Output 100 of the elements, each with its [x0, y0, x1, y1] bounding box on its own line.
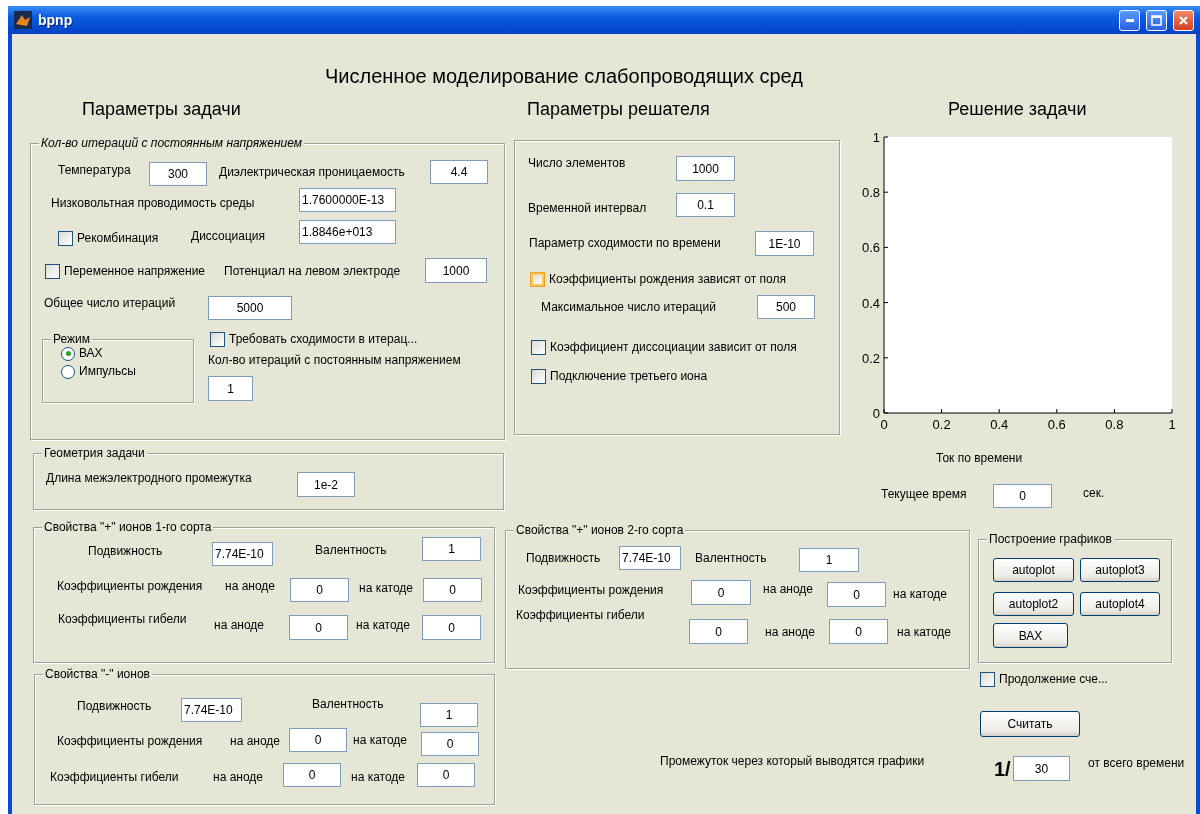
field-label: на катоде — [897, 625, 951, 639]
field-label: Низковольтная проводимость среды — [51, 196, 255, 210]
section-title: Параметры задачи — [82, 99, 241, 120]
field-label: на катоде — [353, 733, 407, 747]
checkbox[interactable] — [45, 264, 60, 279]
panel-title: Кол-во итераций с постоянным напряжением — [39, 136, 305, 150]
input-field[interactable]: 300 — [149, 162, 207, 186]
input-field[interactable]: 0 — [417, 763, 475, 787]
push-button[interactable]: Считать — [980, 711, 1080, 737]
input-field[interactable]: 0.1 — [676, 193, 735, 217]
close-button[interactable] — [1173, 9, 1194, 31]
radio-button[interactable] — [61, 346, 75, 361]
input-field[interactable]: 1e-2 — [297, 472, 355, 497]
field-label: Подвижность — [77, 699, 152, 713]
checkbox[interactable] — [531, 369, 546, 384]
input-field[interactable]: 0 — [423, 578, 482, 602]
field-label: на катоде — [359, 581, 413, 595]
input-field[interactable]: 5000 — [208, 296, 292, 320]
field-label: Подвижность — [526, 551, 601, 565]
tick-label: 0 — [880, 417, 888, 432]
field-label: Подвижность — [88, 544, 163, 558]
minimize-icon — [1125, 18, 1134, 22]
input-field[interactable]: 7.74E-10 — [619, 546, 681, 570]
input-field[interactable]: 1E-10 — [755, 231, 814, 256]
radio-button[interactable] — [61, 364, 75, 379]
field-label: Общее число итераций — [44, 296, 176, 310]
field-label: на катоде — [893, 587, 947, 601]
checkbox-label: Продолжение сче... — [999, 672, 1108, 687]
field-label: на аноде — [765, 625, 816, 639]
field-label: Коэффициенты гибели — [50, 770, 179, 784]
app-icon — [14, 11, 32, 29]
input-field[interactable]: 0 — [289, 615, 348, 640]
panel-title: Геометрия задачи — [42, 446, 147, 460]
input-field[interactable]: 1 — [422, 537, 481, 561]
field-label: Диссоциация — [191, 229, 265, 243]
input-field[interactable]: 0 — [689, 619, 748, 644]
input-field[interactable]: 1.8846e+013 — [299, 220, 396, 244]
checkbox[interactable] — [210, 332, 225, 347]
field-label: Температура — [58, 163, 131, 177]
push-button[interactable]: autoplot3 — [1080, 558, 1160, 582]
tick-label: 0.4 — [990, 417, 1009, 432]
input-field[interactable]: 1000 — [425, 258, 487, 283]
input-field[interactable]: 0 — [421, 732, 479, 756]
checkbox[interactable] — [980, 672, 995, 687]
field-label: Коэффициенты гибели — [516, 608, 645, 622]
field-label: на аноде — [230, 734, 281, 748]
input-field[interactable]: 1.7600000E-13 — [299, 188, 396, 212]
maximize-button[interactable] — [1146, 9, 1167, 31]
field-label: Параметр сходимости по времени — [529, 236, 721, 250]
panel-title: Свойства "+" ионов 1-го сорта — [42, 520, 214, 534]
input-field[interactable]: 4.4 — [430, 160, 488, 184]
checkbox[interactable] — [58, 231, 73, 246]
checkbox[interactable] — [531, 340, 546, 355]
close-icon — [1177, 13, 1190, 27]
field-label: Валентность — [315, 543, 387, 557]
push-button[interactable]: autoplot4 — [1080, 592, 1160, 616]
tick-label: 0.8 — [861, 185, 880, 201]
push-button[interactable]: autoplot2 — [993, 592, 1074, 616]
checkbox-label: Коэффициент диссоциации зависит от поля — [550, 340, 797, 355]
input-field[interactable]: 0 — [829, 619, 888, 644]
field-label: Диэлектрическая проницаемость — [219, 165, 405, 179]
tick-label: 1 — [1168, 417, 1176, 432]
input-field[interactable]: 7.74E-10 — [181, 698, 242, 722]
input-field[interactable]: 30 — [1013, 756, 1070, 781]
chart-caption: Ток по времени — [936, 451, 1023, 465]
tick-label: 0 — [872, 406, 880, 421]
minimize-button[interactable] — [1119, 9, 1140, 31]
push-button[interactable]: autoplot — [993, 558, 1074, 582]
input-field[interactable]: 0 — [289, 728, 347, 752]
panel-title: Свойства "+" ионов 2-го сорта — [514, 523, 686, 537]
field-label: Максимальное число итераций — [541, 300, 716, 314]
input-field[interactable]: 0 — [993, 484, 1052, 508]
field-label: Временной интервал — [528, 201, 647, 215]
checkbox[interactable] — [530, 272, 545, 287]
input-field[interactable]: 1000 — [676, 156, 735, 181]
input-field[interactable]: 0 — [827, 582, 886, 607]
input-field[interactable]: 1 — [799, 548, 859, 572]
checkbox-label: Подключение третьего иона — [550, 369, 708, 384]
tick-label: 0.6 — [861, 240, 880, 256]
field-label: Число элементов — [528, 156, 626, 170]
field-label: Валентность — [695, 551, 767, 565]
input-field[interactable]: 0 — [422, 615, 481, 640]
input-field[interactable]: 7.74E-10 — [212, 542, 273, 566]
input-field[interactable]: 0 — [691, 580, 751, 605]
tick-label: 0.8 — [1105, 417, 1124, 432]
input-field[interactable]: 500 — [757, 295, 815, 319]
push-button[interactable]: ВАХ — [993, 623, 1068, 648]
input-field[interactable]: 1 — [420, 703, 478, 727]
tick-label: 0.6 — [1047, 417, 1066, 432]
field-label: Коэффициенты рождения — [57, 579, 203, 593]
field-label: Промежуток через который выводятся графики — [660, 754, 925, 768]
ratio-label: 1/ — [994, 758, 1011, 780]
input-field[interactable]: 1 — [208, 376, 253, 401]
field-label: на аноде — [214, 618, 265, 632]
maximize-icon — [1150, 13, 1163, 27]
input-field[interactable]: 0 — [290, 578, 349, 602]
app-heading: Численное моделирование слабопроводящих сред — [325, 65, 803, 88]
tick-label: 1 — [872, 130, 880, 145]
input-field[interactable]: 0 — [283, 763, 341, 787]
tick-label: 0.2 — [861, 350, 880, 366]
